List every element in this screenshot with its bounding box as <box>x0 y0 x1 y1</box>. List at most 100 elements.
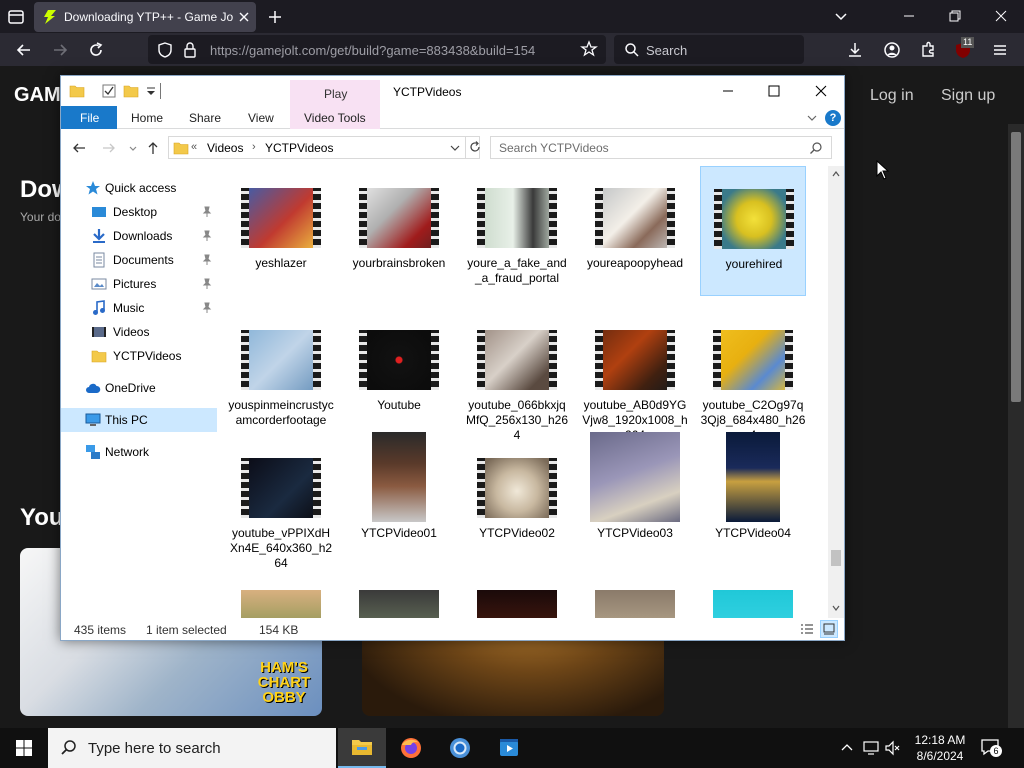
file-item[interactable]: yourehired <box>700 166 806 296</box>
customize-toolbar-icon[interactable] <box>143 83 159 99</box>
nav-yctpvideos[interactable]: YCTPVideos <box>61 344 217 368</box>
volume-muted-icon[interactable] <box>884 739 902 757</box>
scroll-up-icon[interactable] <box>832 170 840 178</box>
taskbar-search-input[interactable]: Type here to search <box>48 728 336 768</box>
list-all-tabs-icon[interactable] <box>832 7 850 25</box>
tab-video-tools[interactable]: Video Tools <box>290 106 380 129</box>
content-scrollbar-thumb[interactable] <box>831 550 841 566</box>
explorer-maximize-button[interactable] <box>751 76 797 106</box>
content-scrollbar[interactable] <box>828 166 844 618</box>
taskbar-file-explorer[interactable] <box>338 728 386 768</box>
downloads-icon[interactable] <box>845 40 865 60</box>
page-scrollbar[interactable] <box>1008 124 1024 728</box>
tab-home[interactable]: Home <box>131 111 163 125</box>
taskbar-video-editor[interactable] <box>485 728 533 768</box>
refresh-button[interactable] <box>465 137 481 158</box>
help-icon[interactable]: ? <box>825 110 841 126</box>
file-item[interactable]: youtube_AB0d9YGVjw8_1920x1008_h264 <box>582 308 688 442</box>
explorer-minimize-button[interactable] <box>705 76 751 106</box>
firefox-view-icon[interactable] <box>6 7 26 27</box>
file-item[interactable]: youtube_C2Og97q3Qj8_684x480_h264 <box>700 308 806 442</box>
new-folder-icon[interactable] <box>123 83 139 99</box>
address-dropdown-icon[interactable] <box>449 143 461 153</box>
tab-view[interactable]: View <box>248 111 274 125</box>
file-item[interactable]: YTCPVideo04 <box>700 432 806 564</box>
nav-onedrive[interactable]: OneDrive <box>61 376 217 400</box>
breadcrumb-yctpvideos[interactable]: YCTPVideos <box>265 141 333 155</box>
address-bar[interactable]: « Videos › YCTPVideos <box>168 136 480 159</box>
restore-button[interactable] <box>932 0 978 33</box>
search-placeholder: Search YCTPVideos <box>499 141 609 155</box>
show-hidden-icons-icon[interactable] <box>838 739 856 757</box>
close-tab-icon[interactable] <box>237 10 251 24</box>
url-bar[interactable]: https://gamejolt.com/get/build?game=8834… <box>148 35 606 64</box>
login-link[interactable]: Log in <box>870 87 914 105</box>
nav-this-pc[interactable]: This PC <box>61 408 217 432</box>
file-item[interactable]: youspinmeincrustycamcorderfootage <box>228 308 334 438</box>
file-item[interactable]: yeshlazer <box>228 166 334 296</box>
network-tray-icon[interactable] <box>862 739 880 757</box>
file-item[interactable]: YTCPVideo02 <box>464 436 570 564</box>
tab-share[interactable]: Share <box>189 111 221 125</box>
nav-documents[interactable]: Documents <box>61 248 217 272</box>
file-item[interactable]: youtube_vPPIXdHXn4E_640x360_h264 <box>228 436 334 570</box>
file-item[interactable]: Youtube <box>346 308 452 438</box>
notification-center-button[interactable]: 6 <box>980 738 1004 758</box>
forward-arrow-icon[interactable] <box>101 140 117 156</box>
signup-link[interactable]: Sign up <box>941 87 995 105</box>
file-item[interactable] <box>582 576 688 618</box>
scroll-down-icon[interactable] <box>832 604 840 612</box>
nav-network[interactable]: Network <box>61 440 217 464</box>
nav-pictures[interactable]: Pictures <box>61 272 217 296</box>
recent-locations-icon[interactable] <box>125 140 141 156</box>
file-item[interactable]: youtube_066bkxjqMfQ_256x130_h264 <box>464 308 570 442</box>
properties-icon[interactable] <box>101 83 117 99</box>
explorer-close-button[interactable] <box>798 76 844 106</box>
nav-music[interactable]: Music <box>61 296 217 320</box>
taskbar-chrome[interactable] <box>436 728 484 768</box>
file-item[interactable]: yourbrainsbroken <box>346 166 452 296</box>
browser-search-bar[interactable]: Search <box>614 35 804 64</box>
extensions-icon[interactable] <box>918 40 938 60</box>
ublock-extension-icon[interactable]: 11 <box>952 37 976 61</box>
taskbar-firefox[interactable] <box>387 728 435 768</box>
minimize-button[interactable] <box>886 0 932 33</box>
lock-icon[interactable] <box>182 41 198 59</box>
file-item[interactable]: YTCPVideo03 <box>582 432 688 564</box>
file-item[interactable] <box>346 576 452 618</box>
nav-videos[interactable]: Videos <box>61 320 217 344</box>
search-input[interactable]: Search YCTPVideos <box>490 136 832 159</box>
file-item[interactable]: youreapoopyhead <box>582 166 688 296</box>
reload-icon[interactable] <box>86 40 106 60</box>
back-arrow-icon[interactable] <box>71 140 87 156</box>
nav-downloads[interactable]: Downloads <box>61 224 217 248</box>
video-thumbnail <box>590 432 680 522</box>
system-clock[interactable]: 12:18 AM 8/6/2024 <box>904 732 976 764</box>
file-item[interactable] <box>228 576 334 618</box>
file-item[interactable]: youre_a_fake_and_a_fraud_portal <box>464 166 570 296</box>
nav-desktop[interactable]: Desktop <box>61 200 217 224</box>
up-arrow-icon[interactable] <box>145 140 161 156</box>
browser-tab-active[interactable]: Downloading YTP++ - Game Jolt <box>34 2 256 32</box>
forward-arrow-icon[interactable] <box>50 40 70 60</box>
shield-icon[interactable] <box>156 41 174 59</box>
breadcrumb-overflow[interactable]: « <box>191 141 197 153</box>
file-item[interactable] <box>464 576 570 618</box>
page-scrollbar-thumb[interactable] <box>1011 132 1021 402</box>
expand-ribbon-icon[interactable] <box>806 112 818 124</box>
close-window-button[interactable] <box>978 0 1024 33</box>
tab-file[interactable]: File <box>61 106 117 129</box>
file-item[interactable] <box>700 576 806 618</box>
back-arrow-icon[interactable] <box>14 40 34 60</box>
nav-quick-access[interactable]: Quick access <box>61 176 217 200</box>
new-tab-icon[interactable] <box>265 7 285 27</box>
account-icon[interactable] <box>882 40 902 60</box>
hamburger-menu-icon[interactable] <box>990 40 1010 60</box>
start-button[interactable] <box>0 728 48 768</box>
large-icons-view-icon[interactable] <box>820 620 838 638</box>
bookmark-star-icon[interactable] <box>580 40 598 58</box>
breadcrumb-videos[interactable]: Videos <box>207 141 243 155</box>
details-view-icon[interactable] <box>799 621 815 637</box>
file-item[interactable]: YTCPVideo01 <box>346 432 452 564</box>
video-thumbnail <box>714 189 794 249</box>
